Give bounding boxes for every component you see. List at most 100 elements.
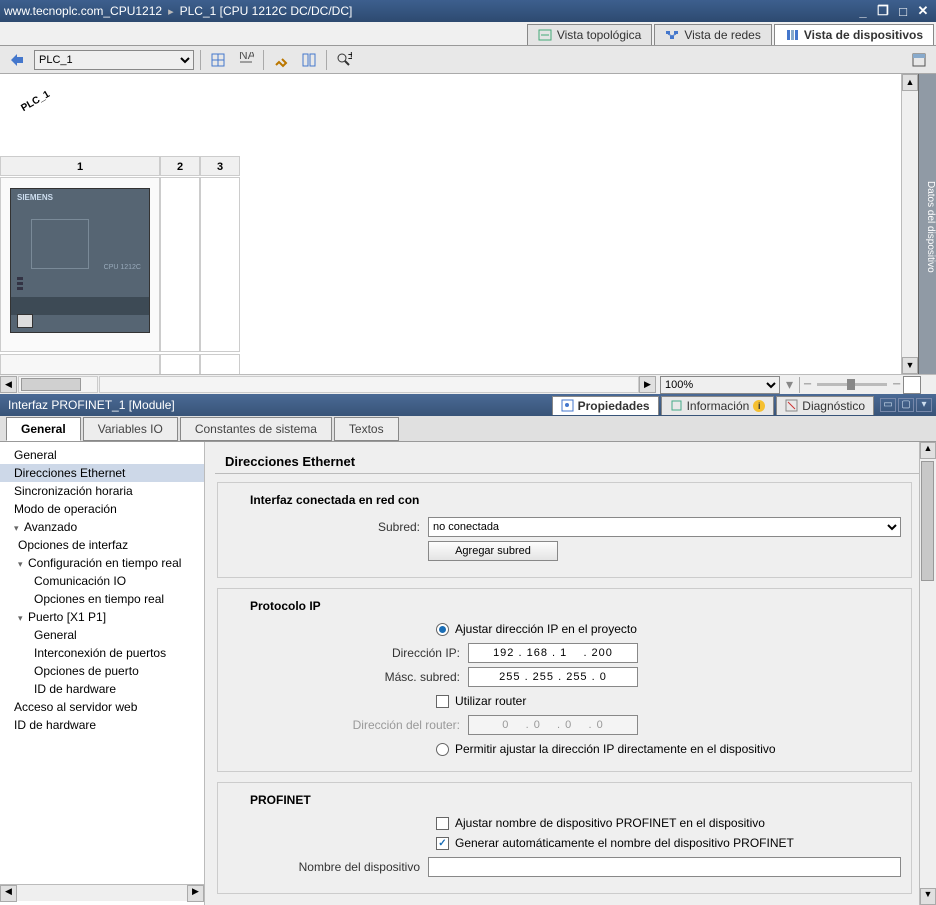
- device-canvas[interactable]: PLC_1 1 2 3 SIEMENS CPU 1212C: [0, 74, 901, 374]
- scroll-up[interactable]: ▲: [902, 74, 918, 91]
- subtab-general[interactable]: General: [6, 417, 81, 441]
- hscroll-thumb[interactable]: [21, 378, 81, 391]
- agregar-subred-button[interactable]: Agregar subred: [428, 541, 558, 561]
- tree-opciones-interfaz[interactable]: Opciones de interfaz: [0, 536, 204, 554]
- mask-input[interactable]: [468, 667, 638, 687]
- tab-info[interactable]: Información i: [661, 396, 775, 415]
- checkbox-router[interactable]: [436, 695, 449, 708]
- tab-diag-label: Diagnóstico: [802, 399, 865, 413]
- tree-general[interactable]: General: [0, 446, 204, 464]
- toolbar-btn2[interactable]: NAME: [235, 49, 257, 71]
- tree-scroll-left[interactable]: ◀: [0, 885, 17, 902]
- zoom-select[interactable]: 100%: [660, 376, 780, 394]
- device-select[interactable]: PLC_1: [34, 50, 194, 70]
- tree-id-hardware-2[interactable]: ID de hardware: [0, 716, 204, 734]
- fit-window-button[interactable]: [903, 376, 921, 394]
- hscroll-thumb-track[interactable]: [18, 376, 98, 393]
- tree-sync-horaria[interactable]: Sincronización horaria: [0, 482, 204, 500]
- zoom-button[interactable]: ±: [333, 49, 355, 71]
- radio-ip-dispositivo[interactable]: [436, 743, 449, 756]
- toolbar-right-btn[interactable]: [908, 49, 930, 71]
- ip-input[interactable]: [468, 643, 638, 663]
- tree-opciones-puerto[interactable]: Opciones de puerto: [0, 662, 204, 680]
- rack-slot-3[interactable]: [200, 177, 240, 352]
- tree-config-tiempo-real[interactable]: ▾Configuración en tiempo real: [0, 554, 204, 572]
- tree-direcciones-ethernet[interactable]: Direcciones Ethernet: [0, 464, 204, 482]
- info-icon: [670, 399, 683, 412]
- subtab-texts[interactable]: Textos: [334, 417, 399, 441]
- chevron-down-icon: ▾: [18, 613, 28, 624]
- form-scroll-thumb[interactable]: [921, 461, 934, 581]
- properties-subtabs: General Variables IO Constantes de siste…: [0, 416, 936, 442]
- zoom-handle[interactable]: [847, 379, 855, 390]
- ethernet-port[interactable]: [17, 314, 33, 328]
- form-scroll-up[interactable]: ▲: [920, 442, 936, 459]
- zoom-sep: ▾: [784, 376, 795, 393]
- device-name-label: Nombre del dispositivo: [228, 860, 428, 874]
- router-ip-label: Dirección del router:: [268, 718, 468, 732]
- tree-puerto[interactable]: ▾Puerto [X1 P1]: [0, 608, 204, 626]
- subred-select[interactable]: no conectada: [428, 517, 901, 537]
- scroll-track[interactable]: [902, 91, 918, 357]
- tree-scroll-right[interactable]: ▶: [187, 885, 204, 902]
- tree-avanzado[interactable]: ▾Avanzado: [0, 518, 204, 536]
- hscroll-left[interactable]: ◀: [0, 376, 17, 393]
- mask-label: Másc. subred:: [268, 670, 468, 684]
- toolbar-btn3[interactable]: [270, 49, 292, 71]
- tree-acceso-servidor-web[interactable]: Acceso al servidor web: [0, 698, 204, 716]
- canvas-vscroll[interactable]: ▲ ▼: [901, 74, 918, 374]
- tab-devices[interactable]: Vista de dispositivos: [774, 24, 934, 45]
- restore-button[interactable]: ❐: [874, 3, 892, 19]
- tree-interconexion-puertos[interactable]: Interconexión de puertos: [0, 644, 204, 662]
- rack-bottom-2: [160, 354, 200, 374]
- prop-close-button[interactable]: ▾: [916, 398, 932, 412]
- ip-label: Dirección IP:: [268, 646, 468, 660]
- tab-network[interactable]: Vista de redes: [654, 24, 772, 45]
- radio-ip-proyecto-label: Ajustar dirección IP en el proyecto: [455, 622, 637, 636]
- tree-hscroll[interactable]: ◀ ▶: [0, 884, 204, 901]
- checkbox-profinet-name-auto[interactable]: [436, 837, 449, 850]
- prop-collapse-button[interactable]: ▭: [880, 398, 896, 412]
- tree-comunicacion-io[interactable]: Comunicación IO: [0, 572, 204, 590]
- group-profinet-title: PROFINET: [228, 789, 901, 813]
- prop-expand-button[interactable]: ▢: [898, 398, 914, 412]
- canvas-hscroll: ◀ ▶ 100% ▾ ─ ─: [0, 374, 936, 394]
- tab-properties[interactable]: Propiedades: [552, 396, 659, 415]
- toolbar-btn1[interactable]: [207, 49, 229, 71]
- maximize-button[interactable]: □: [894, 3, 912, 19]
- radio-ip-proyecto[interactable]: [436, 623, 449, 636]
- side-panel-tab[interactable]: Datos del dispositivo: [918, 74, 936, 374]
- checkbox-profinet-name-device[interactable]: [436, 817, 449, 830]
- tab-diag[interactable]: Diagnóstico: [776, 396, 874, 415]
- topology-icon: [538, 29, 552, 41]
- tree-modo-operacion[interactable]: Modo de operación: [0, 500, 204, 518]
- subtab-system-constants[interactable]: Constantes de sistema: [180, 417, 332, 441]
- slot-3: 3: [200, 156, 240, 176]
- subtab-variables-io[interactable]: Variables IO: [83, 417, 178, 441]
- form-vscroll[interactable]: ▲ ▼: [919, 442, 936, 905]
- toolbar-btn4[interactable]: [298, 49, 320, 71]
- form-scroll-down[interactable]: ▼: [920, 888, 936, 905]
- tree-opciones-tiempo-real[interactable]: Opciones en tiempo real: [0, 590, 204, 608]
- zoom-slider[interactable]: [817, 383, 887, 386]
- rack-slot-2[interactable]: [160, 177, 200, 352]
- device-name-input[interactable]: [428, 857, 901, 877]
- info-badge: i: [753, 400, 765, 412]
- rack-slot-1[interactable]: SIEMENS CPU 1212C: [0, 177, 160, 352]
- hscroll-track[interactable]: [99, 376, 639, 393]
- nav-button[interactable]: [6, 49, 28, 71]
- name-icon: NAME: [238, 52, 254, 68]
- device-label: PLC_1: [19, 89, 51, 114]
- tree-puerto-general[interactable]: General: [0, 626, 204, 644]
- tree-id-hardware-1[interactable]: ID de hardware: [0, 680, 204, 698]
- scroll-down[interactable]: ▼: [902, 357, 918, 374]
- plc-module[interactable]: SIEMENS CPU 1212C: [10, 188, 150, 333]
- slot-1: 1: [0, 156, 160, 176]
- grid-icon: [210, 52, 226, 68]
- minimize-button[interactable]: _: [854, 3, 872, 19]
- close-button[interactable]: ✕: [914, 3, 932, 19]
- tab-topology[interactable]: Vista topológica: [527, 24, 653, 45]
- panel-icon: [911, 52, 927, 68]
- devices-icon: [785, 29, 799, 41]
- hscroll-right[interactable]: ▶: [639, 376, 656, 393]
